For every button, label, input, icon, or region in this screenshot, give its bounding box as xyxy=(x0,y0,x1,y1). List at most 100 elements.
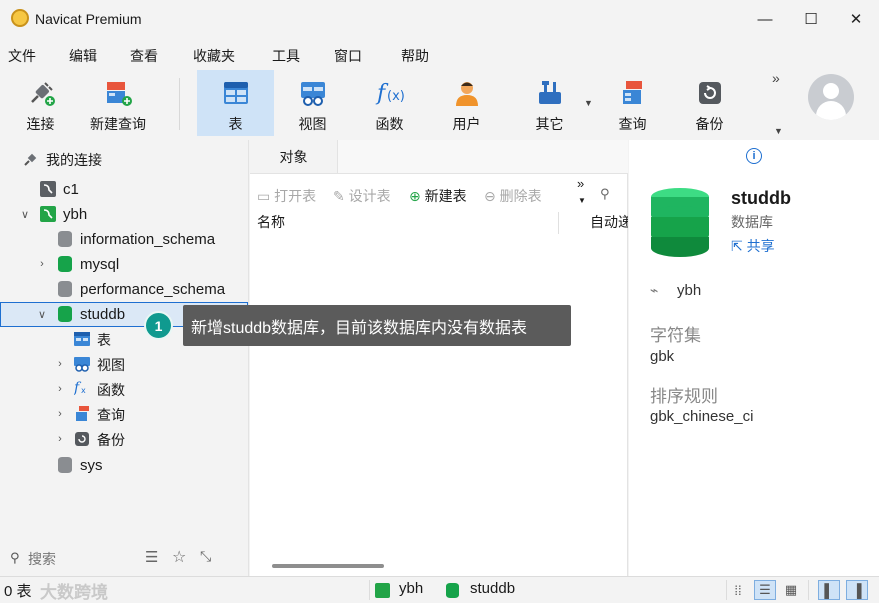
view-icon xyxy=(74,356,90,372)
list-view-icon[interactable]: ☰ xyxy=(754,580,776,600)
toolbar-function-button[interactable]: f (x) 函数 xyxy=(351,70,428,136)
toolbar-others-button[interactable]: 其它 xyxy=(511,70,588,136)
objects-more-dropdown-icon[interactable]: ▼ xyxy=(578,196,586,205)
search-icon: ⚲ xyxy=(10,550,20,565)
design-table-button[interactable]: ✎ 设计表 xyxy=(333,186,391,206)
collation-value: gbk_chinese_ci xyxy=(650,408,754,425)
tree-item-functions[interactable]: › fx 函数 xyxy=(0,377,248,402)
horizontal-scrollbar[interactable] xyxy=(272,564,384,568)
menu-file[interactable]: 文件 xyxy=(8,46,36,66)
database-open-icon xyxy=(446,583,459,598)
toolbar-new-query-label: 新建查询 xyxy=(90,116,146,132)
window-title: Navicat Premium xyxy=(35,11,142,27)
maximize-button[interactable]: ☐ xyxy=(788,0,834,38)
open-table-button[interactable]: ▭ 打开表 xyxy=(257,186,316,206)
toolbar-new-query-button[interactable]: 新建查询 xyxy=(79,70,157,136)
objects-more-button[interactable]: » xyxy=(577,176,584,191)
star-icon[interactable]: ☆ xyxy=(172,547,186,567)
navicat-logo-icon xyxy=(11,9,29,27)
close-button[interactable]: ✕ xyxy=(833,0,879,38)
chevron-right-icon[interactable]: › xyxy=(54,383,66,395)
toolbar-more-button[interactable]: » xyxy=(772,70,780,86)
toolbar-backup-button[interactable]: 备份 xyxy=(671,70,748,136)
annotation-text: 新增studdb数据库，目前该数据库内没有数据表 xyxy=(191,319,528,337)
tree-search-bar: ⚲ ☰ ☆ ⤡ xyxy=(0,544,248,574)
tree-item-performance-schema[interactable]: performance_schema xyxy=(0,277,248,302)
status-table-count: 0 表 xyxy=(4,583,32,600)
chevron-right-icon[interactable]: › xyxy=(54,358,66,370)
chevron-right-icon[interactable]: › xyxy=(36,258,48,270)
tree-item-information-schema[interactable]: information_schema xyxy=(0,227,248,252)
database-large-icon xyxy=(650,187,710,260)
tree-item-label: mysql xyxy=(80,256,120,273)
collapse-icon[interactable]: ⤡ xyxy=(200,548,211,565)
menu-tools[interactable]: 工具 xyxy=(272,46,300,66)
column-header-name[interactable]: 名称 xyxy=(257,208,285,236)
detail-view-icon[interactable]: ▦ xyxy=(780,580,802,600)
tree-item-backups[interactable]: › 备份 xyxy=(0,427,248,452)
chevron-right-icon[interactable]: › xyxy=(54,433,66,445)
new-query-icon xyxy=(103,78,133,108)
menu-favorites[interactable]: 收藏夹 xyxy=(193,46,235,66)
tab-objects[interactable]: 对象 xyxy=(250,140,338,174)
tree-item-ybh[interactable]: ∨ ybh xyxy=(0,202,248,227)
toolbar-query-button[interactable]: 查询 xyxy=(594,70,671,136)
watermark-text: 大数跨境 xyxy=(40,583,108,602)
connections-header-label: 我的连接 xyxy=(46,151,102,168)
charset-value: gbk xyxy=(650,348,675,365)
toggle-right-panel-icon[interactable]: ▐ xyxy=(846,580,868,600)
user-avatar[interactable] xyxy=(808,74,854,120)
filter-icon[interactable]: ☰ xyxy=(145,548,158,566)
annotation-callout: 新增studdb数据库，目前该数据库内没有数据表 xyxy=(183,305,571,346)
toolbar-connect-button[interactable]: 连接 xyxy=(2,70,79,136)
tree-item-label: information_schema xyxy=(80,231,216,248)
menu-help[interactable]: 帮助 xyxy=(401,46,429,66)
search-icon[interactable]: ⚲ xyxy=(600,186,610,202)
tree-item-label: performance_schema xyxy=(80,281,226,298)
status-connection: ybh xyxy=(399,580,424,597)
column-header-auto-increment[interactable]: 自动递 xyxy=(590,208,628,236)
chevron-down-icon[interactable]: ∨ xyxy=(19,208,31,221)
menu-window[interactable]: 窗口 xyxy=(334,46,362,66)
grid-view-icon[interactable]: ⁞⁞ xyxy=(727,580,749,600)
toolbar-view-label: 视图 xyxy=(298,116,327,132)
chevron-down-icon[interactable]: ∨ xyxy=(36,308,48,321)
view-icon xyxy=(298,78,328,108)
tab-objects-label: 对象 xyxy=(279,148,308,165)
table-icon xyxy=(74,331,90,347)
delete-table-button[interactable]: ⊖ 删除表 xyxy=(484,186,542,206)
function-icon: f (x) xyxy=(375,78,405,108)
connections-header: 我的连接 xyxy=(0,147,248,172)
tree-item-label: 视图 xyxy=(97,356,125,373)
tree-item-mysql[interactable]: › mysql xyxy=(0,252,248,277)
database-open-icon xyxy=(58,256,72,272)
connection-active-icon xyxy=(375,583,390,598)
tree-item-sys[interactable]: sys xyxy=(0,453,248,478)
share-icon: ⇱ xyxy=(731,238,743,254)
connection-active-icon xyxy=(40,206,56,222)
toolbar-user-button[interactable]: 用户 xyxy=(428,70,505,136)
toolbar-view-button[interactable]: 视图 xyxy=(274,70,351,136)
user-icon xyxy=(452,78,482,108)
toolbar-connect-label: 连接 xyxy=(26,116,55,132)
menu-edit[interactable]: 编辑 xyxy=(69,46,97,66)
toggle-left-panel-icon[interactable]: ▌ xyxy=(818,580,840,600)
toolbar-overflow-dropdown-icon[interactable]: ▼ xyxy=(774,126,783,136)
toolbar-table-label: 表 xyxy=(228,116,243,132)
tree-item-queries[interactable]: › 查询 xyxy=(0,402,248,427)
new-table-button[interactable]: ⊕ 新建表 xyxy=(409,186,467,206)
tree-item-views[interactable]: › 视图 xyxy=(0,352,248,377)
minimize-button[interactable]: — xyxy=(742,0,788,38)
share-button[interactable]: ⇱ 共享 xyxy=(731,236,775,256)
tree-item-c1[interactable]: c1 xyxy=(0,177,248,202)
search-input[interactable] xyxy=(28,548,128,570)
info-icon[interactable]: i xyxy=(746,148,762,164)
info-database-name: studdb xyxy=(731,188,791,208)
chevron-right-icon[interactable]: › xyxy=(54,408,66,420)
pencil-icon: ✎ xyxy=(333,188,345,204)
menu-view[interactable]: 查看 xyxy=(130,46,158,66)
tree-item-label: 备份 xyxy=(97,431,125,448)
tree-item-label: 查询 xyxy=(97,406,125,423)
others-dropdown-icon[interactable]: ▼ xyxy=(584,98,593,108)
toolbar-table-button[interactable]: 表 xyxy=(197,70,274,136)
